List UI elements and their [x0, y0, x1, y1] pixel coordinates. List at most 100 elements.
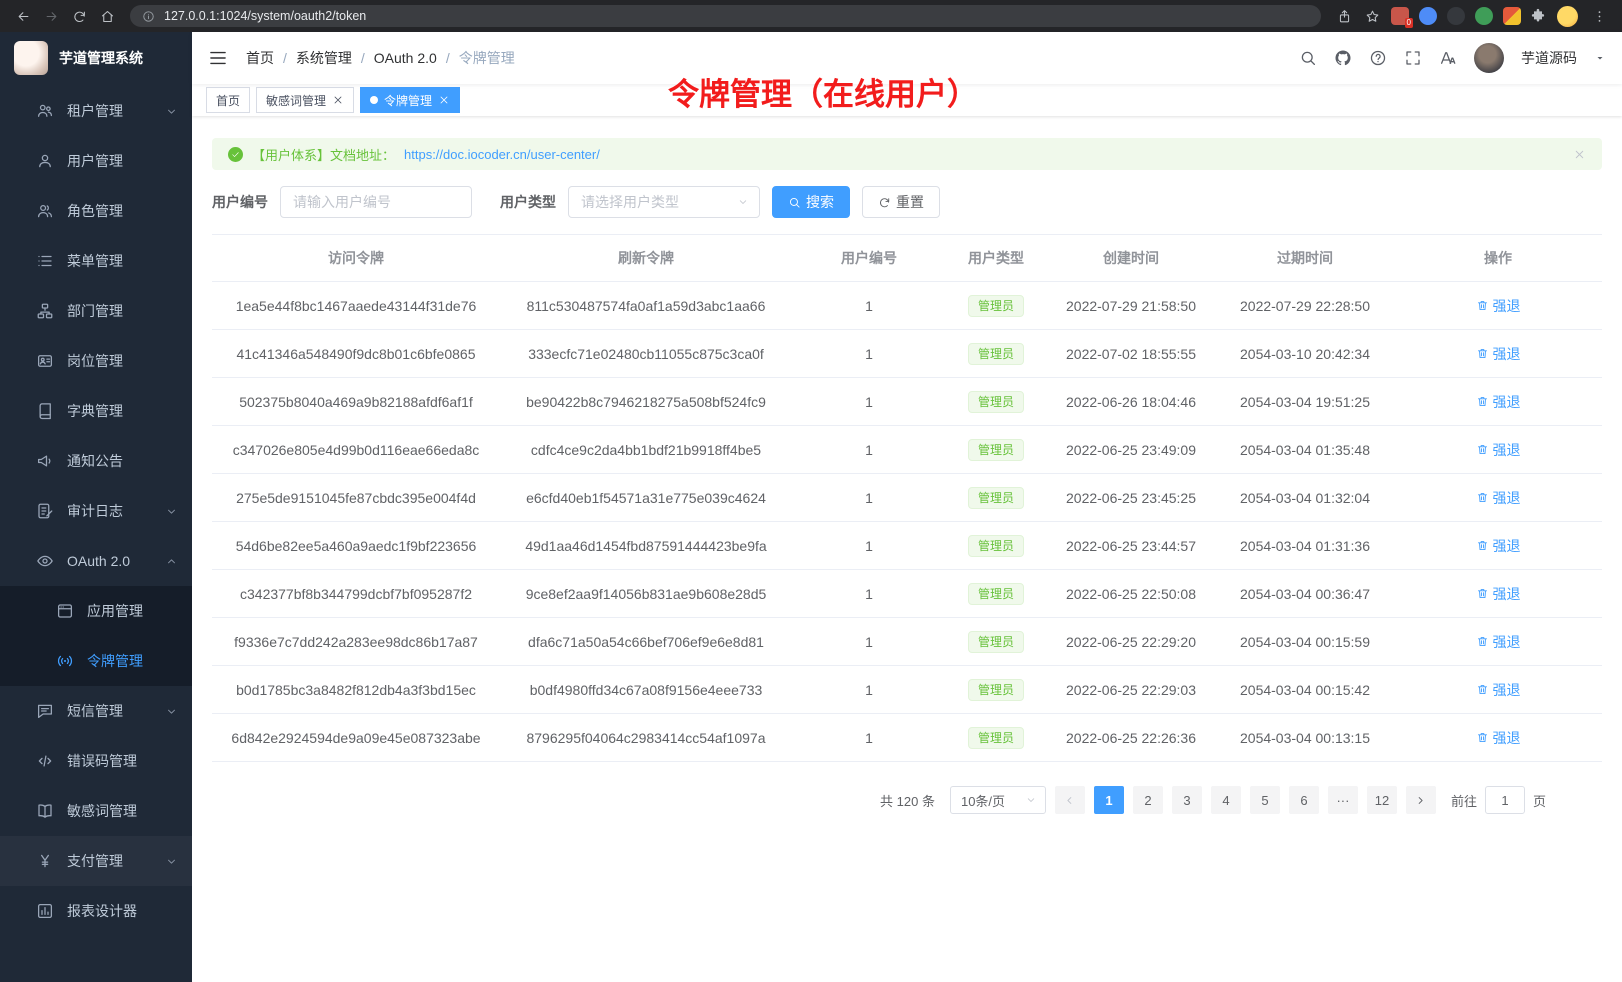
- column-header: 访问令牌: [212, 235, 500, 282]
- page-button-4[interactable]: 4: [1211, 786, 1241, 814]
- forward-icon[interactable]: [38, 3, 64, 29]
- banner-close-icon[interactable]: [1573, 148, 1586, 161]
- force-logout-button[interactable]: 强退: [1476, 536, 1521, 556]
- sidebar-item-oauth2[interactable]: OAuth 2.0: [0, 536, 192, 586]
- tab-sensitive-word[interactable]: 敏感词管理: [256, 87, 354, 113]
- cell-access-token: c347026e805e4d99b0d116eae66eda8c: [212, 426, 500, 474]
- force-logout-button[interactable]: 强退: [1476, 392, 1521, 412]
- page-button-6[interactable]: 6: [1289, 786, 1319, 814]
- more-pages-button[interactable]: ···: [1328, 786, 1358, 814]
- force-logout-button[interactable]: 强退: [1476, 296, 1521, 316]
- user-id-input[interactable]: [280, 186, 472, 218]
- sidebar-item-user[interactable]: 用户管理: [0, 136, 192, 186]
- page-button-1[interactable]: 1: [1094, 786, 1124, 814]
- extension-icon[interactable]: [1419, 7, 1437, 25]
- back-icon[interactable]: [10, 3, 36, 29]
- site-info-icon[interactable]: [142, 10, 155, 23]
- page-button-2[interactable]: 2: [1133, 786, 1163, 814]
- page-size-select[interactable]: 10条/页: [950, 786, 1046, 814]
- force-logout-button[interactable]: 强退: [1476, 728, 1521, 748]
- force-logout-button[interactable]: 强退: [1476, 584, 1521, 604]
- cell-create-time: 2022-06-25 22:29:20: [1046, 618, 1216, 666]
- sidebar-item-post[interactable]: 岗位管理: [0, 336, 192, 386]
- sidebar-item-tenant[interactable]: 租户管理: [0, 86, 192, 136]
- goto-page-input[interactable]: [1485, 786, 1525, 814]
- sidebar-item-dept[interactable]: 部门管理: [0, 286, 192, 336]
- sidebar-item-notice[interactable]: 通知公告: [0, 436, 192, 486]
- table-row: 275e5de9151045fe87cbdc395e004f4de6cfd40e…: [212, 474, 1602, 522]
- share-icon[interactable]: [1331, 3, 1357, 29]
- prev-page-button[interactable]: [1055, 786, 1085, 814]
- trash-icon: [1476, 731, 1489, 744]
- search-button[interactable]: 搜索: [772, 186, 850, 218]
- cell-refresh-token: 9ce8ef2aa9f14056b831ae9b608e28d5: [500, 570, 792, 618]
- bookmark-star-icon[interactable]: [1359, 3, 1385, 29]
- url-text: 127.0.0.1:1024/system/oauth2/token: [164, 9, 366, 23]
- force-logout-button[interactable]: 强退: [1476, 680, 1521, 700]
- username[interactable]: 芋道源码: [1521, 48, 1577, 68]
- sidebar-toggle-icon[interactable]: [208, 48, 228, 68]
- submenu-oauth2: 应用管理令牌管理: [0, 586, 192, 686]
- sidebar-item-oauth2-app[interactable]: 应用管理: [0, 586, 192, 636]
- cell-access-token: 502375b8040a469a9b82188afdf6af1f: [212, 378, 500, 426]
- banner-doc-link[interactable]: https://doc.iocoder.cn/user-center/: [404, 147, 600, 162]
- page-button-5[interactable]: 5: [1250, 786, 1280, 814]
- github-icon[interactable]: [1334, 49, 1352, 67]
- cell-actions: 强退: [1394, 522, 1602, 570]
- user-id-label: 用户编号: [212, 192, 268, 212]
- sidebar-item-pay[interactable]: 支付管理: [0, 836, 192, 886]
- extension-icon[interactable]: 0: [1391, 7, 1409, 25]
- breadcrumb-item[interactable]: 系统管理: [296, 48, 352, 68]
- browser-menu-icon[interactable]: [1586, 3, 1612, 29]
- tab-home[interactable]: 首页: [206, 87, 250, 113]
- force-logout-button[interactable]: 强退: [1476, 440, 1521, 460]
- user-menu-caret-icon[interactable]: [1594, 52, 1606, 64]
- help-icon[interactable]: [1369, 49, 1387, 67]
- cell-create-time: 2022-06-25 23:45:25: [1046, 474, 1216, 522]
- sms-icon: [36, 702, 54, 720]
- sidebar-item-menu[interactable]: 菜单管理: [0, 236, 192, 286]
- sidebar-item-label: OAuth 2.0: [67, 553, 130, 569]
- force-logout-label: 强退: [1493, 392, 1521, 412]
- home-icon[interactable]: [94, 3, 120, 29]
- sidebar: 芋道管理系统 租户管理用户管理角色管理菜单管理部门管理岗位管理字典管理通知公告审…: [0, 32, 192, 982]
- user-type-select[interactable]: 请选择用户类型: [568, 186, 760, 218]
- word-icon: [36, 802, 54, 820]
- cell-user-id: 1: [792, 714, 946, 762]
- reload-icon[interactable]: [66, 3, 92, 29]
- trash-icon: [1476, 635, 1489, 648]
- user-avatar[interactable]: [1474, 43, 1504, 73]
- address-bar[interactable]: 127.0.0.1:1024/system/oauth2/token: [130, 5, 1321, 27]
- reset-button[interactable]: 重置: [862, 186, 940, 218]
- extensions-puzzle-icon[interactable]: [1527, 5, 1549, 27]
- force-logout-button[interactable]: 强退: [1476, 344, 1521, 364]
- extension-icon[interactable]: [1475, 7, 1493, 25]
- extension-icon[interactable]: [1503, 7, 1521, 25]
- next-page-button[interactable]: [1406, 786, 1436, 814]
- sidebar-item-role[interactable]: 角色管理: [0, 186, 192, 236]
- sidebar-item-oauth2-token[interactable]: 令牌管理: [0, 636, 192, 686]
- table-row: c347026e805e4d99b0d116eae66eda8ccdfc4ce9…: [212, 426, 1602, 474]
- sidebar-item-audit-log[interactable]: 审计日志: [0, 486, 192, 536]
- force-logout-button[interactable]: 强退: [1476, 488, 1521, 508]
- page-button-12[interactable]: 12: [1367, 786, 1397, 814]
- breadcrumb-item[interactable]: OAuth 2.0: [374, 50, 437, 66]
- extension-icon[interactable]: [1447, 7, 1465, 25]
- sidebar-item-sms[interactable]: 短信管理: [0, 686, 192, 736]
- search-icon[interactable]: [1299, 49, 1317, 67]
- force-logout-label: 强退: [1493, 296, 1521, 316]
- force-logout-button[interactable]: 强退: [1476, 632, 1521, 652]
- table-header-row: 访问令牌刷新令牌用户编号用户类型创建时间过期时间操作: [212, 235, 1602, 282]
- page-button-3[interactable]: 3: [1172, 786, 1202, 814]
- sidebar-item-dict[interactable]: 字典管理: [0, 386, 192, 436]
- sidebar-item-error-code[interactable]: 错误码管理: [0, 736, 192, 786]
- sidebar-item-sensitive-word[interactable]: 敏感词管理: [0, 786, 192, 836]
- tab-token[interactable]: 令牌管理: [360, 87, 460, 113]
- fullscreen-icon[interactable]: [1404, 49, 1422, 67]
- sidebar-item-report-designer[interactable]: 报表设计器: [0, 886, 192, 936]
- font-size-icon[interactable]: [1439, 49, 1457, 67]
- breadcrumb-item[interactable]: 首页: [246, 48, 274, 68]
- cell-access-token: b0d1785bc3a8482f812db4a3f3bd15ec: [212, 666, 500, 714]
- app-logo[interactable]: 芋道管理系统: [0, 32, 192, 84]
- browser-profile-avatar[interactable]: [1557, 6, 1578, 27]
